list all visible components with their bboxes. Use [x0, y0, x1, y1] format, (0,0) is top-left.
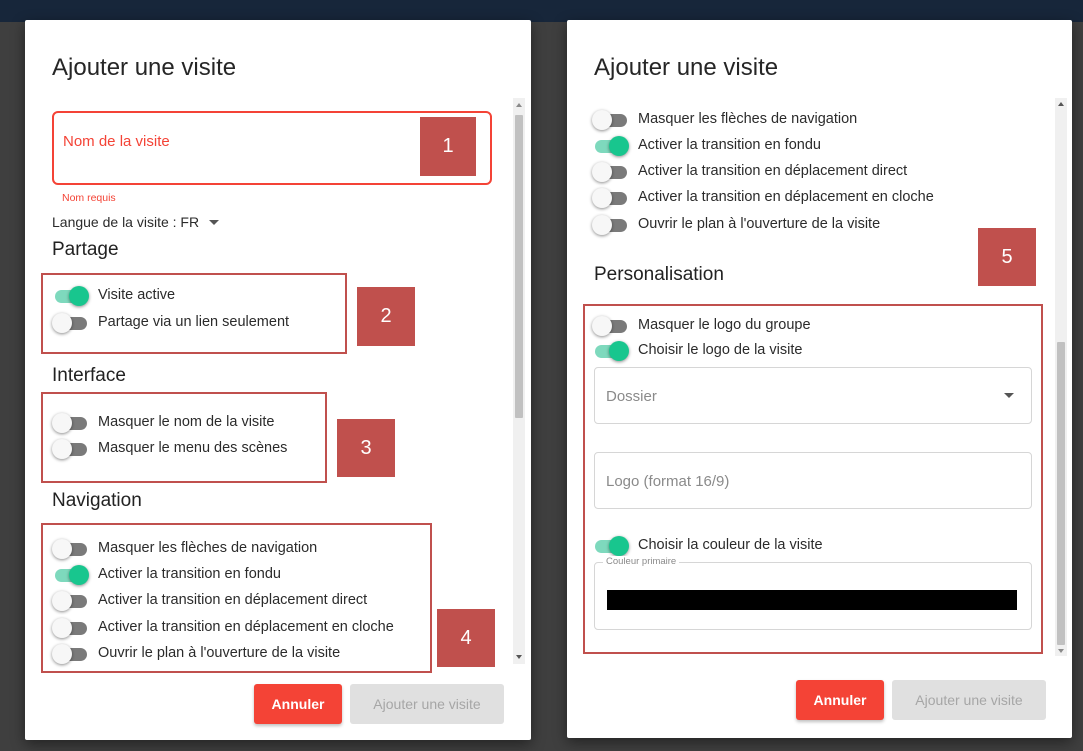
- toggle-switch[interactable]: [592, 109, 628, 130]
- scroll-down-arrow-icon[interactable]: [516, 655, 522, 659]
- annotation-badge-1: 1: [420, 117, 476, 176]
- language-label: Langue de la visite : FR: [52, 214, 200, 230]
- toggle-switch[interactable]: [592, 135, 629, 156]
- toggle-direct-transition[interactable]: Activer la transition en déplacement dir…: [592, 160, 907, 182]
- dialog-title: Ajouter une visite: [594, 54, 779, 81]
- scroll-up-arrow-icon[interactable]: [1058, 102, 1064, 106]
- section-navigation: Navigation: [52, 490, 142, 511]
- annotation-badge-4: 4: [437, 609, 495, 667]
- section-interface: Interface: [52, 365, 126, 386]
- toggle-hide-nav-arrows[interactable]: Masquer les flèches de navigation: [592, 108, 857, 130]
- scrollbar-thumb[interactable]: [515, 115, 523, 418]
- toggle-fade-transition[interactable]: Activer la transition en fondu: [592, 134, 821, 156]
- toggle-bell-transition[interactable]: Activer la transition en déplacement en …: [592, 186, 934, 208]
- annotation-box-interface: [41, 392, 327, 483]
- toggle-label: Activer la transition en fondu: [638, 137, 821, 153]
- annotation-badge-5: 5: [978, 228, 1036, 286]
- toggle-label: Masquer les flèches de navigation: [638, 111, 858, 127]
- visit-name-placeholder: Nom de la visite: [63, 133, 170, 150]
- toggle-switch[interactable]: [592, 161, 628, 182]
- dialog-title: Ajouter une visite: [52, 54, 237, 81]
- annotation-badge-3: 3: [337, 419, 395, 477]
- cancel-button[interactable]: Annuler: [796, 680, 884, 720]
- scrollbar-thumb[interactable]: [1057, 342, 1065, 645]
- chevron-down-icon: [209, 219, 220, 225]
- add-visit-button[interactable]: Ajouter une visite: [892, 680, 1046, 720]
- toggle-switch[interactable]: [592, 187, 628, 208]
- toggle-label: Ouvrir le plan à l'ouverture de la visit…: [638, 216, 881, 232]
- toggle-label: Activer la transition en déplacement en …: [638, 189, 934, 205]
- visit-name-error: Nom requis: [62, 192, 116, 204]
- section-personalisation: Personalisation: [594, 264, 724, 285]
- scroll-up-arrow-icon[interactable]: [516, 103, 522, 107]
- annotation-box-navigation: [41, 523, 432, 673]
- toggle-open-plan[interactable]: Ouvrir le plan à l'ouverture de la visit…: [592, 213, 880, 235]
- scroll-down-arrow-icon[interactable]: [1058, 649, 1064, 653]
- app-top-bar: [0, 0, 1083, 22]
- add-visit-button[interactable]: Ajouter une visite: [350, 684, 504, 724]
- toggle-label: Activer la transition en déplacement dir…: [638, 163, 908, 179]
- annotation-badge-2: 2: [357, 287, 415, 346]
- language-select[interactable]: Langue de la visite : FR: [52, 214, 220, 230]
- annotation-box-sharing: [41, 273, 347, 354]
- section-sharing: Partage: [52, 239, 119, 260]
- cancel-button[interactable]: Annuler: [254, 684, 342, 724]
- annotation-box-personalisation: [583, 304, 1043, 654]
- toggle-switch[interactable]: [592, 214, 628, 235]
